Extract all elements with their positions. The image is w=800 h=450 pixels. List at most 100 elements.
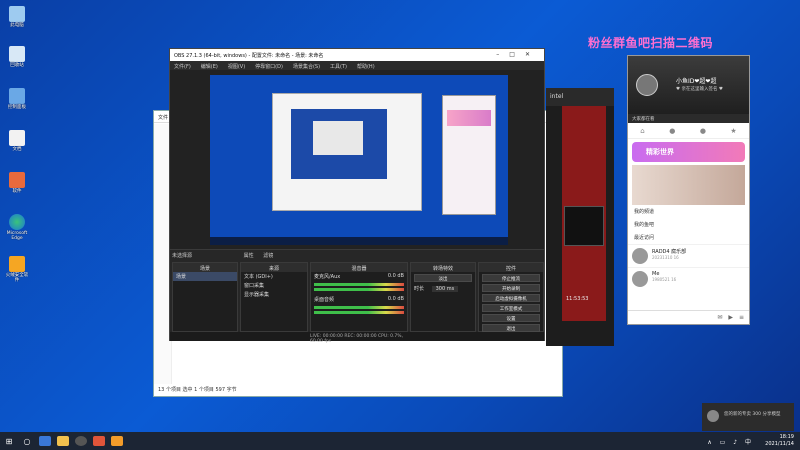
photo-banner[interactable] [632, 165, 745, 205]
bottom-bar: ✉ ▶ ≡ [628, 310, 749, 324]
group-icon[interactable]: ● [700, 127, 706, 138]
list-item[interactable]: 我的頻道 [628, 205, 749, 218]
studio-mode-button[interactable]: 工作室模式 [482, 304, 540, 312]
scenes-dock-title: 场景 [173, 263, 237, 272]
start-recording-button[interactable]: 开始录制 [482, 284, 540, 292]
dark-browser-window[interactable]: intel 11:53:53 [546, 88, 614, 346]
play-icon[interactable]: ▶ [728, 314, 733, 321]
duration-label: 时长 [414, 286, 425, 292]
volume-meter [314, 288, 404, 291]
desktop-icon-edge[interactable]: Microsoft Edge [4, 214, 30, 242]
desktop-icon-recycle-bin[interactable]: 回收站 [4, 46, 30, 69]
promo-banner[interactable]: 精彩世界 [632, 142, 745, 162]
menu-scene-collection[interactable]: 场景集合(S) [293, 63, 320, 70]
mixer-track: 桌面音频 0.0 dB [311, 295, 407, 304]
desktop-icon-software[interactable]: 软件 [4, 172, 30, 195]
track-db: 0.0 dB [387, 273, 404, 279]
fire-shield-icon [9, 256, 25, 272]
transition-select[interactable]: 淡出 [414, 274, 472, 282]
settings-button[interactable]: 设置 [482, 314, 540, 322]
chat-avatar [632, 271, 648, 287]
controls-dock-title: 控件 [479, 263, 543, 272]
source-item[interactable]: 文本 (GDI+) [241, 272, 307, 281]
nav-icons: ⌂ ● ● ★ [628, 123, 749, 139]
track-name: 桌面音频 [314, 297, 335, 303]
properties-button[interactable]: 属性 [244, 253, 254, 259]
menu-view[interactable]: 视图(V) [228, 63, 245, 70]
track-db: 0.0 dB [387, 296, 404, 302]
chat-icon[interactable]: ✉ [717, 314, 722, 321]
phone-app-window[interactable]: 小鱼ID❤超❤超 ♥ 亲在这里输入签名 ♥ 大家都在看 ⌂ ● ● ★ 精彩世界… [627, 55, 750, 325]
stop-streaming-button[interactable]: 停止推流 [482, 274, 540, 282]
menu-docks[interactable]: 停靠窗口(D) [255, 63, 283, 70]
clock[interactable]: 18:19 2021/11/14 [765, 434, 794, 447]
software-icon [9, 172, 25, 188]
filters-button[interactable]: 滤镜 [263, 253, 273, 259]
virtual-camera-button[interactable]: 启动虚拟摄像机 [482, 294, 540, 302]
taskbar: ⊞ ○ ∧ ▭ ♪ 中 18:19 2021/11/14 [0, 432, 800, 450]
menu-edit[interactable]: 编辑(E) [201, 63, 218, 70]
source-item[interactable]: 显示器采集 [241, 290, 307, 299]
desktop-icon-this-pc[interactable]: 此电脑 [4, 6, 30, 29]
obs-titlebar: OBS 27.1.3 (64-bit, windows) - 配置文件: 未命名… [170, 49, 544, 61]
username: 小鱼ID❤超❤超 [676, 78, 717, 85]
obs-title: OBS 27.1.3 (64-bit, windows) - 配置文件: 未命名… [174, 53, 324, 59]
nested-capture-3 [313, 121, 363, 155]
preview-banner [447, 110, 491, 126]
app-taskbar-icon[interactable] [90, 432, 108, 450]
app2-taskbar-icon[interactable] [108, 432, 126, 450]
profile-header: 小鱼ID❤超❤超 ♥ 亲在这里输入签名 ♥ [628, 56, 749, 114]
avatar[interactable] [636, 74, 658, 96]
chat-sub: 20231310 16 [652, 255, 679, 260]
volume-meter [314, 311, 404, 314]
star-icon[interactable]: ★ [730, 127, 736, 138]
home-icon[interactable]: ⌂ [640, 127, 644, 138]
source-item[interactable]: 窗口采集 [241, 281, 307, 290]
source-toolbar: 未选择源 属性 滤镜 [172, 252, 273, 259]
scene-item[interactable]: 场景 [173, 272, 237, 281]
menu-file[interactable]: 文件(F) [174, 63, 191, 70]
computer-icon [9, 6, 25, 22]
obs-preview[interactable] [210, 75, 508, 245]
list-item[interactable]: 我的鱼吧 [628, 218, 749, 231]
desktop-icon-documents[interactable]: 文档 [4, 130, 30, 153]
track-name: 麦克风/Aux [314, 274, 341, 280]
menu-tools[interactable]: 工具(T) [330, 63, 347, 70]
signature: ♥ 亲在这里输入签名 ♥ [676, 87, 723, 92]
nested-capture-2 [291, 109, 387, 179]
menu-icon[interactable]: ≡ [739, 314, 744, 321]
menu-help[interactable]: 帮助(H) [357, 63, 375, 70]
window-controls[interactable]: –□✕ [496, 51, 540, 58]
exit-button[interactable]: 退出 [482, 324, 540, 332]
tab-row[interactable]: 大家都在看 [628, 114, 749, 123]
edge-icon [9, 214, 25, 230]
sources-dock: 来源 文本 (GDI+) 窗口采集 显示器采集 [240, 262, 308, 332]
obs-menubar: 文件(F) 编辑(E) 视图(V) 停靠窗口(D) 场景集合(S) 工具(T) … [170, 61, 544, 70]
obs-statusbar: LIVE: 00:00:00 REC: 00:00:00 CPU: 0.7%, … [170, 332, 544, 344]
preview-phone-panel [442, 95, 496, 215]
explorer-taskbar-icon[interactable] [54, 432, 72, 450]
no-source-label: 未选择源 [172, 253, 193, 259]
desktop-icon-huorong[interactable]: 火绒安全软件 [4, 256, 30, 284]
chat-item[interactable]: Me 1980521 16 [628, 267, 749, 290]
list-item[interactable]: 最近访问 [628, 231, 749, 244]
tray-icons[interactable]: ∧ ▭ ♪ 中 [707, 437, 754, 446]
obs-taskbar-icon[interactable] [72, 432, 90, 450]
dark-window-time: 11:53:53 [566, 296, 589, 302]
duration-row: 时长 300 ms [411, 284, 475, 293]
search-icon[interactable]: ○ [18, 432, 36, 450]
duration-input[interactable]: 300 ms [431, 286, 459, 292]
recycle-bin-icon [9, 46, 25, 62]
mixer-dock-title: 混音器 [311, 263, 407, 272]
control-panel-icon [9, 88, 25, 104]
desktop-headline: 粉丝群鱼吧扫描二维码 [588, 36, 714, 50]
start-button[interactable]: ⊞ [0, 432, 18, 450]
notification-toast[interactable]: 您的新的专卖 300 分享模型 [702, 403, 794, 431]
chat-item[interactable]: RADD4 腐乐部 20231310 16 [628, 244, 749, 267]
desktop-icon-control-panel[interactable]: 控制面板 [4, 88, 30, 111]
user-icon[interactable]: ● [669, 127, 675, 138]
preview-taskbar [210, 237, 508, 245]
obs-window[interactable]: OBS 27.1.3 (64-bit, windows) - 配置文件: 未命名… [169, 48, 545, 344]
qr-code-image [564, 206, 604, 246]
task-view-icon[interactable] [36, 432, 54, 450]
